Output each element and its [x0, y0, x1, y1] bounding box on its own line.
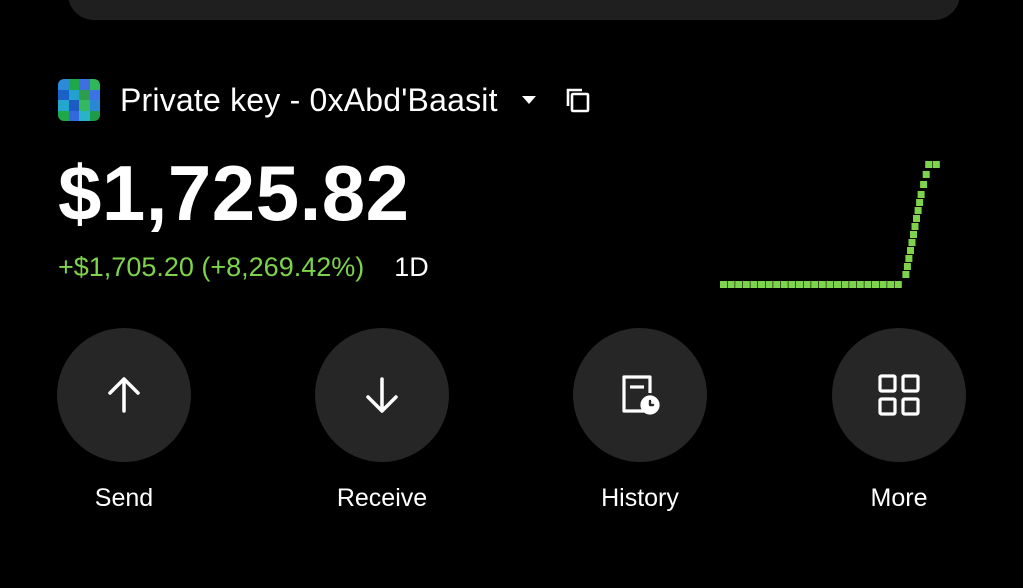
- sparkline-dot: [788, 281, 796, 288]
- history-label: History: [601, 484, 679, 512]
- grid-icon: [878, 374, 920, 416]
- chevron-down-icon[interactable]: [521, 96, 536, 104]
- account-selector[interactable]: Private key - 0xAbd'Baasit: [58, 78, 592, 122]
- sparkline-dot: [849, 281, 857, 288]
- sparkline-dot: [902, 271, 910, 278]
- sparkline-dot: [907, 247, 914, 254]
- balance-sparkline: [720, 161, 940, 288]
- sparkline-dot: [908, 239, 916, 246]
- sparkline-dot: [727, 281, 735, 288]
- sparkline-dot: [894, 281, 902, 288]
- total-balance: $1,725.82: [58, 149, 410, 237]
- history-icon: [622, 375, 660, 415]
- history-button[interactable]: History: [570, 328, 710, 513]
- sparkline-dot: [922, 171, 930, 178]
- balance-change: +$1,705.20 (+8,269.42%): [58, 252, 365, 282]
- more-button[interactable]: More: [829, 328, 969, 513]
- sparkline-dot: [879, 281, 887, 288]
- sparkline-dot: [910, 231, 917, 238]
- sparkline-dot: [917, 191, 925, 198]
- receive-button[interactable]: Receive: [312, 328, 452, 513]
- sparkline-dot: [914, 207, 922, 214]
- sparkline-dot: [720, 281, 727, 288]
- sparkline-dot: [750, 281, 758, 288]
- sparkline-dot: [803, 281, 811, 288]
- sparkline-dot: [735, 281, 743, 288]
- sparkline-dot: [796, 281, 803, 288]
- sparkline-dot: [887, 281, 895, 288]
- send-label: Send: [94, 484, 154, 512]
- receive-label: Receive: [336, 484, 428, 512]
- arrow-up-icon: [108, 377, 140, 413]
- sparkline-dot: [826, 281, 834, 288]
- sparkline-dot: [872, 281, 879, 288]
- account-name[interactable]: Private key - 0xAbd'Baasit: [120, 82, 498, 119]
- sparkline-dot: [834, 281, 841, 288]
- period-selector[interactable]: 1D: [394, 252, 429, 283]
- sparkline-dot: [913, 215, 920, 222]
- sparkline-dot: [773, 281, 781, 288]
- sparkline-dot: [932, 161, 940, 168]
- more-label: More: [870, 484, 928, 512]
- sparkline-dot: [758, 281, 765, 288]
- search-bar[interactable]: [68, 0, 960, 20]
- sparkline-dot: [905, 255, 913, 262]
- sparkline-dot: [916, 199, 924, 206]
- sparkline-dot: [903, 263, 911, 270]
- sparkline-dot: [856, 281, 864, 288]
- sparkline-dot: [765, 281, 773, 288]
- sparkline-dot: [925, 161, 933, 168]
- sparkline-dot: [811, 281, 819, 288]
- copy-icon[interactable]: [564, 86, 592, 114]
- sparkline-dot: [818, 281, 826, 288]
- sparkline-dot: [742, 281, 750, 288]
- sparkline-dot: [864, 281, 872, 288]
- sparkline-dot: [841, 281, 849, 288]
- sparkline-dot: [920, 181, 928, 188]
- send-button[interactable]: Send: [54, 328, 194, 513]
- sparkline-dot: [780, 281, 788, 288]
- sparkline-dot: [911, 223, 919, 230]
- account-avatar: [58, 79, 100, 121]
- arrow-down-icon: [366, 377, 398, 413]
